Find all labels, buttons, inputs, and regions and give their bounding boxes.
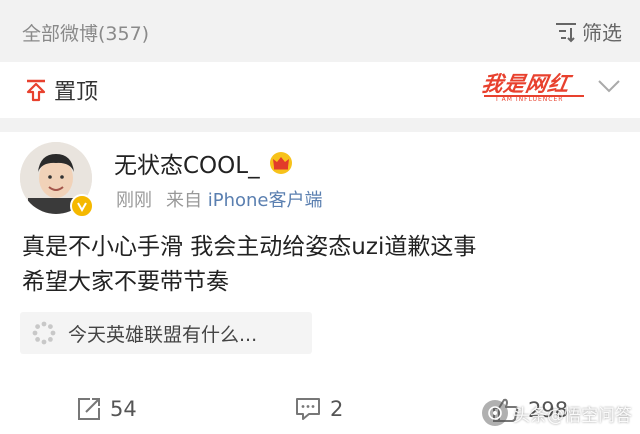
repost-button[interactable]: 54 bbox=[76, 396, 137, 422]
site-watermark-text: 头条@悟空问答 bbox=[513, 405, 632, 426]
username-text: 无状态COOL_ bbox=[114, 153, 260, 179]
watermark-subtext: I AM INFLUENCER bbox=[496, 96, 564, 103]
username[interactable]: 无状态COOL_ bbox=[114, 146, 294, 180]
filter-icon bbox=[556, 22, 576, 42]
pinned-row: 置顶 我是网红 I AM INFLUENCER bbox=[0, 62, 640, 118]
pinned-label-group: 置顶 bbox=[24, 74, 98, 106]
post-meta: 刚刚 来自 iPhone客户端 bbox=[116, 186, 323, 212]
filter-button[interactable]: 筛选 bbox=[554, 17, 622, 46]
topic-card[interactable]: 今天英雄联盟有什么... bbox=[20, 312, 312, 354]
post-content-line: 希望大家不要带节奏 bbox=[22, 269, 229, 295]
filter-label: 筛选 bbox=[582, 21, 622, 45]
toutiao-logo-icon bbox=[482, 400, 508, 426]
post-content: 真是不小心手滑 我会主动给姿态uzi道歉这事 希望大家不要带节奏 bbox=[22, 230, 476, 300]
avatar[interactable] bbox=[20, 142, 94, 218]
repost-icon bbox=[78, 398, 100, 420]
chevron-down-icon[interactable] bbox=[596, 76, 622, 100]
comment-icon bbox=[296, 398, 320, 420]
verified-badge-icon bbox=[70, 194, 94, 218]
repost-count: 54 bbox=[110, 397, 137, 421]
post-content-line: 真是不小心手滑 我会主动给姿态uzi道歉这事 bbox=[22, 234, 477, 260]
top-bar: 全部微博(357) 筛选 bbox=[0, 0, 640, 62]
wanghong-watermark: 我是网红 I AM INFLUENCER bbox=[479, 68, 588, 103]
comment-button[interactable]: 2 bbox=[294, 396, 343, 422]
source-link[interactable]: iPhone客户端 bbox=[208, 190, 323, 211]
comment-count: 2 bbox=[330, 397, 344, 421]
loading-dots-icon bbox=[32, 321, 56, 345]
pinned-label: 置顶 bbox=[54, 80, 99, 105]
weibo-post: 无状态COOL_ 刚刚 来自 iPhone客户端 真是不小心手滑 我会主动给姿态u… bbox=[0, 132, 640, 434]
source-prefix: 来自 bbox=[166, 190, 202, 211]
watermark-text: 我是网红 bbox=[479, 72, 572, 96]
post-time: 刚刚 bbox=[116, 190, 152, 211]
vip-crown-icon bbox=[269, 152, 292, 174]
all-weibo-count: 全部微博(357) bbox=[22, 23, 150, 45]
pin-top-icon bbox=[26, 79, 46, 102]
site-watermark: 头条@悟空问答 bbox=[482, 400, 632, 426]
topic-text: 今天英雄联盟有什么... bbox=[68, 323, 258, 346]
section-separator bbox=[0, 118, 640, 132]
